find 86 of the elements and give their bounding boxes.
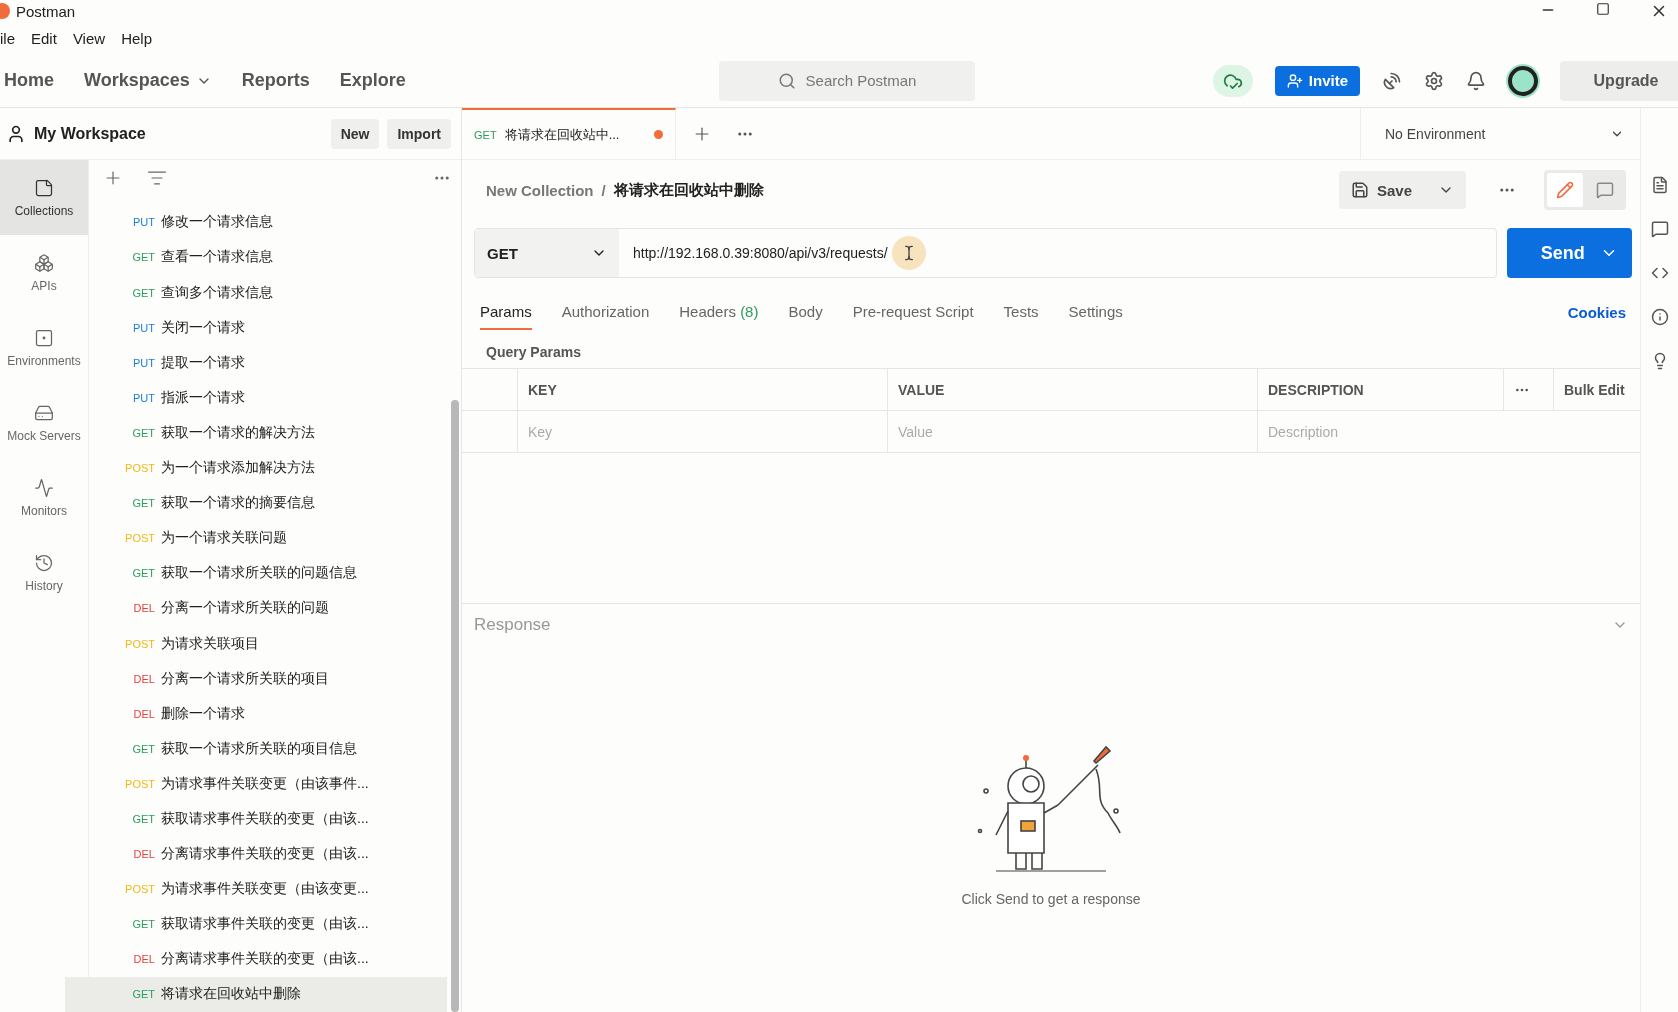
save-icon [1350, 181, 1369, 199]
request-title: 将请求在回收站中删除 [613, 180, 764, 200]
breadcrumb-link[interactable]: New Collection [486, 181, 594, 199]
sidebar-nav-item[interactable]: Mock Servers [0, 385, 88, 460]
monitor-icon [34, 477, 54, 498]
document-icon[interactable] [1650, 176, 1669, 194]
history-icon [34, 552, 54, 573]
cookies-link[interactable]: Cookies [1567, 303, 1626, 329]
search-field[interactable]: Search Postman [719, 60, 975, 101]
invite-button[interactable]: Invite [1274, 65, 1360, 96]
request-item[interactable]: POST 为一个请求添加解决方法 [89, 450, 447, 486]
menu-item[interactable]: ile [0, 29, 15, 47]
request-item[interactable]: POST 为请求事件关联变更（由该变更... [89, 871, 447, 907]
nav-item[interactable]: Reports [241, 70, 310, 91]
request-item[interactable]: PUT 提取一个请求 [89, 345, 447, 381]
request-option-tab[interactable]: Tests [1003, 302, 1039, 330]
request-item[interactable]: GET 获取一个请求所关联的问题信息 [89, 555, 447, 591]
request-option-tab[interactable]: Params [480, 302, 532, 330]
satellite-icon[interactable] [1382, 70, 1402, 91]
request-tab[interactable]: GET 将请求在回收站中... [462, 108, 676, 159]
cloud-check-icon[interactable] [1212, 64, 1253, 97]
request-item[interactable]: POST 为一个请求关联问题 [89, 520, 447, 556]
request-option-tab[interactable]: Headers (8) [679, 302, 759, 330]
info-icon[interactable] [1650, 308, 1669, 326]
workspace-button[interactable]: Import [387, 118, 451, 149]
request-option-tab[interactable]: Body [788, 302, 823, 330]
menu-item[interactable]: Edit [31, 29, 57, 47]
request-option-tab[interactable]: Settings [1068, 302, 1123, 330]
maximize-icon[interactable] [1596, 2, 1610, 16]
nav-item[interactable]: Workspaces [84, 70, 212, 91]
breadcrumb-separator: / [601, 181, 606, 199]
sidebar-nav-item[interactable]: APIs [0, 235, 88, 310]
sidebar-nav-item[interactable]: Environments [0, 310, 88, 385]
response-title: Response [474, 614, 551, 635]
edit-icon[interactable] [1547, 173, 1583, 207]
sidebar-nav-item[interactable]: Monitors [0, 460, 88, 535]
workspace-name: My Workspace [34, 124, 146, 143]
apis-icon [34, 252, 54, 273]
request-item[interactable]: PUT 修改一个请求信息 [89, 204, 447, 240]
request-item[interactable]: GET 将请求在回收站中删除 [65, 976, 447, 1012]
workspace-button[interactable]: New [330, 118, 380, 149]
save-button[interactable]: Save [1338, 171, 1466, 209]
window-title: Postman [16, 2, 76, 20]
sidebar-nav-item[interactable]: Collections [0, 160, 88, 235]
column-header: KEY [518, 369, 888, 411]
environments-icon [34, 327, 54, 348]
request-option-tab[interactable]: Authorization [561, 302, 650, 330]
notifications-icon[interactable] [1466, 70, 1486, 91]
request-item[interactable]: GET 查看一个请求信息 [89, 239, 447, 276]
request-item[interactable]: DEL 分离请求事件关联的变更（由该... [89, 941, 447, 977]
request-item[interactable]: PUT 指派一个请求 [89, 380, 447, 416]
environment-select[interactable]: No Environment [1360, 108, 1640, 159]
sidebar-nav-item[interactable]: History [0, 535, 88, 610]
nav-item[interactable]: Home [4, 70, 54, 91]
request-option-tab[interactable]: Pre-request Script [852, 302, 974, 330]
request-item[interactable]: GET 获取一个请求的解决方法 [89, 415, 447, 451]
avatar[interactable] [1508, 65, 1538, 96]
bulk-edit-link[interactable]: Bulk Edit [1554, 369, 1640, 411]
search-icon [777, 71, 796, 90]
scrollbar[interactable] [451, 400, 459, 1012]
column-header: DESCRIPTION [1258, 369, 1504, 411]
menu-item[interactable]: View [72, 29, 106, 47]
request-item[interactable]: GET 查询多个请求信息 [89, 275, 447, 311]
request-item[interactable]: DEL 删除一个请求 [89, 696, 447, 732]
menu-item[interactable]: Help [121, 29, 152, 47]
nav-item[interactable]: Explore [339, 70, 406, 91]
request-item[interactable]: DEL 分离一个请求所关联的项目 [89, 661, 447, 697]
add-user-icon [1286, 72, 1303, 89]
settings-icon[interactable] [1424, 70, 1444, 91]
comment-icon[interactable] [1650, 220, 1669, 238]
send-button[interactable]: Send [1507, 228, 1632, 278]
request-item[interactable]: GET 获取请求事件关联的变更（由该... [89, 801, 447, 837]
request-item[interactable]: PUT 关闭一个请求 [89, 310, 447, 346]
request-item[interactable]: GET 获取一个请求所关联的项目信息 [89, 731, 447, 767]
empty-state-text: Click Send to get a response [961, 890, 1141, 907]
request-item[interactable]: DEL 分离请求事件关联的变更（由该... [89, 836, 447, 872]
collections-icon [34, 177, 54, 198]
request-item[interactable]: POST 为请求事件关联变更（由该事件... [89, 766, 447, 802]
request-item[interactable]: DEL 分离一个请求所关联的问题 [89, 590, 447, 626]
request-item[interactable]: POST 为请求关联项目 [89, 625, 447, 662]
user-icon [6, 123, 26, 144]
request-item[interactable]: GET 获取一个请求的摘要信息 [89, 485, 447, 521]
column-header: VALUE [888, 369, 1258, 411]
request-item[interactable]: GET 获取请求事件关联的变更（由该... [89, 906, 447, 942]
upgrade-button[interactable]: Upgrade [1560, 60, 1678, 101]
section-title: Query Params [485, 343, 582, 362]
